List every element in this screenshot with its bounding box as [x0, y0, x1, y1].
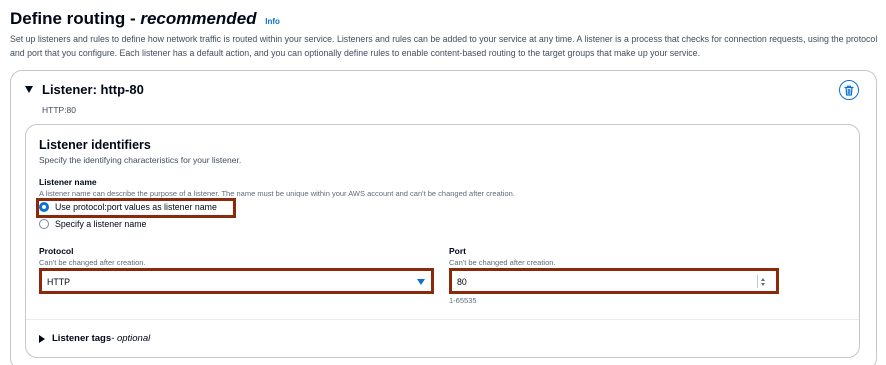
caret-right-icon: [39, 334, 45, 343]
trash-icon: [844, 85, 854, 96]
radio-unchecked-icon: [39, 219, 49, 229]
radio-label: Use protocol:port values as listener nam…: [55, 202, 217, 212]
page-title-emphasis: recommended: [140, 9, 257, 28]
caret-down-icon: [25, 86, 33, 93]
spin-down-icon: [760, 282, 765, 286]
section-title: Listener identifiers: [39, 138, 151, 152]
page-title-main: Define routing -: [10, 9, 141, 28]
remove-listener-button[interactable]: [839, 80, 859, 100]
port-stepper[interactable]: [757, 275, 767, 288]
port-description: Can't be changed after creation.: [449, 258, 556, 267]
listener-subtitle: HTTP:80: [42, 105, 77, 115]
port-label: Port: [449, 246, 466, 256]
listener-title: Listener: http-80: [42, 82, 144, 97]
divider: [26, 319, 859, 320]
listener-name-description: A listener name can describe the purpose…: [39, 189, 515, 198]
listener-tags-expander[interactable]: Listener tags - optional: [39, 333, 150, 344]
port-input[interactable]: [454, 273, 774, 290]
section-description: Specify the identifying characteristics …: [39, 155, 242, 165]
protocol-select-value: HTTP: [47, 276, 70, 287]
chevron-down-icon: [417, 278, 425, 285]
radio-checked-icon: [39, 202, 49, 212]
radio-use-protocol-port[interactable]: Use protocol:port values as listener nam…: [39, 202, 217, 212]
protocol-description: Can't be changed after creation.: [39, 258, 146, 267]
protocol-select[interactable]: HTTP: [43, 273, 431, 290]
listener-expander[interactable]: Listener: http-80: [25, 82, 144, 97]
listener-name-label: Listener name: [39, 177, 97, 187]
page-title: Define routing - recommended Info: [10, 9, 280, 29]
tags-optional-label: - optional: [111, 333, 151, 344]
page-description: Set up listeners and rules to define how…: [10, 34, 878, 58]
info-link[interactable]: Info: [265, 17, 280, 26]
protocol-label: Protocol: [39, 246, 74, 256]
radio-label: Specify a listener name: [55, 219, 147, 229]
radio-specify-name[interactable]: Specify a listener name: [39, 219, 146, 229]
spin-up-icon: [760, 277, 765, 281]
port-constraint: 1-65535: [449, 296, 477, 305]
tags-label: Listener tags: [52, 333, 112, 344]
